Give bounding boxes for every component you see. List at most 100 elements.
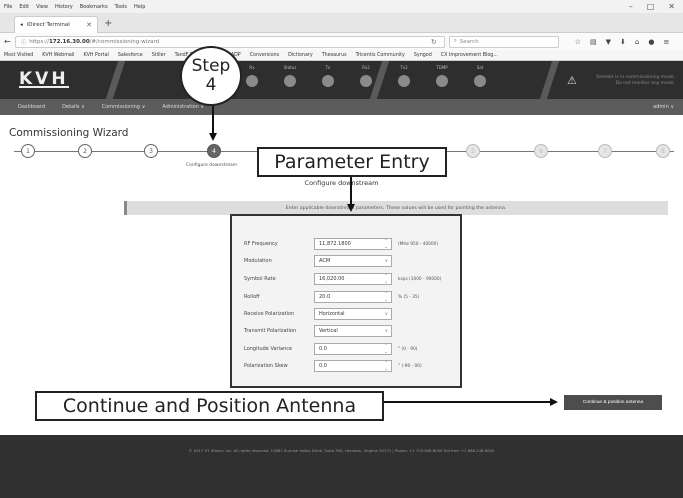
menu-edit[interactable]: Edit: [19, 4, 29, 10]
bookmark-item[interactable]: Syngod: [414, 53, 432, 58]
form-row-rf-frequency: RF Frequency 11,872.1800 ⌃ ⌄ (MHz 950 - 40…: [244, 236, 438, 252]
wizard-step-1[interactable]: 1: [21, 144, 35, 158]
field-label: Transmit Polarization: [244, 328, 297, 334]
stepper-arrows-icon[interactable]: ⌃ ⌄: [384, 239, 388, 250]
library-icon[interactable]: ▤: [590, 38, 597, 46]
bookmark-item[interactable]: KVH Portal: [84, 53, 109, 58]
new-tab-icon[interactable]: +: [104, 18, 112, 29]
field-value: Vertical: [319, 328, 338, 334]
browser-tab[interactable]: ◂ iDirect Terminal ✕: [14, 16, 98, 33]
url-bar: ← ⓘ https:// 172.16.30.00 /#/commissioni…: [0, 33, 683, 50]
continue-position-antenna-button[interactable]: Continue & position antenna: [564, 395, 662, 410]
wizard-step-5[interactable]: 5: [466, 144, 480, 158]
rf-frequency-input[interactable]: 11,872.1800 ⌃ ⌄: [314, 238, 392, 250]
bookmark-item[interactable]: Dictionary: [288, 53, 313, 58]
symbol-rate-input[interactable]: 16,020.00 ⌃ ⌄: [314, 273, 392, 285]
stepper-arrows-icon[interactable]: ⌃ ⌄: [384, 292, 388, 303]
minimize-icon[interactable]: –: [629, 2, 633, 11]
longitude-variance-input[interactable]: 0.0 ⌃ ⌄: [314, 343, 392, 355]
field-hint: (MHz 950 - 40000): [398, 241, 439, 247]
hamburger-menu-icon[interactable]: ≡: [663, 38, 669, 46]
status-label: Sat: [476, 65, 484, 70]
bookmark-item[interactable]: Salesforce: [118, 53, 143, 58]
home-icon[interactable]: ⌂: [635, 38, 639, 46]
page-title: Commissioning Wizard: [9, 127, 129, 139]
menu-help[interactable]: Help: [134, 4, 145, 10]
decorative-slash: [539, 61, 560, 99]
address-field[interactable]: ⓘ https:// 172.16.30.00 /#/commissioning…: [14, 35, 445, 48]
form-row-longitude-variance: Longitude Variance 0.0 ⌃ ⌄ ° (0 - 90): [244, 341, 417, 357]
menu-view[interactable]: View: [36, 4, 48, 10]
menu-tools[interactable]: Tools: [115, 4, 127, 10]
app-header: KVH Rx Status Tx Rx2 Tx2 TDMP Sat ⚠ Remo…: [0, 61, 683, 99]
bookmark-item[interactable]: Stiller: [152, 53, 166, 58]
addon-icon[interactable]: ●: [648, 38, 654, 46]
app-nav: Dashboard Details ∨ Commissioning ∨ Admi…: [0, 99, 683, 115]
star-icon[interactable]: ☆: [575, 38, 581, 46]
tab-bar: ◂ iDirect Terminal ✕ +: [0, 13, 683, 33]
maximize-icon[interactable]: □: [647, 2, 655, 11]
back-icon[interactable]: ←: [4, 37, 11, 46]
menu-bookmarks[interactable]: Bookmarks: [80, 4, 108, 10]
download-icon[interactable]: ⬇: [620, 38, 626, 46]
menu-file[interactable]: File: [4, 4, 12, 10]
status-indicator: Tx2: [394, 65, 414, 87]
wizard-step-3[interactable]: 3: [144, 144, 158, 158]
downstream-form: RF Frequency 11,872.1800 ⌃ ⌄ (MHz 950 - 40…: [230, 214, 462, 388]
modulation-select[interactable]: ACM ∨: [314, 255, 392, 267]
status-indicator: Rx: [242, 65, 262, 87]
bookmark-item[interactable]: Thesaurus: [322, 53, 347, 58]
receive-polarization-select[interactable]: Horizontal ∨: [314, 308, 392, 320]
wizard-step-8[interactable]: 8: [656, 144, 670, 158]
rolloff-input[interactable]: 20.0 ⌃ ⌄: [314, 291, 392, 303]
nav-commissioning[interactable]: Commissioning ∨: [102, 104, 146, 110]
field-label: Polarization Skew: [244, 363, 288, 369]
banner-accent: [124, 201, 127, 215]
menu-history[interactable]: History: [55, 4, 73, 10]
user-menu[interactable]: admin ∨: [653, 104, 674, 110]
bookmark-item[interactable]: Conversions: [250, 53, 279, 58]
reload-icon[interactable]: ↻: [431, 38, 437, 46]
kvh-logo: KVH: [19, 69, 69, 89]
status-label: Tx2: [400, 65, 408, 70]
status-dot: [246, 75, 258, 87]
transmit-polarization-select[interactable]: Vertical ∨: [314, 325, 392, 337]
stepper-arrows-icon[interactable]: ⌃ ⌄: [384, 344, 388, 355]
wizard-step-4[interactable]: 4: [207, 144, 221, 158]
form-row-modulation: Modulation ACM ∨: [244, 253, 392, 269]
wizard-step-6[interactable]: 6: [534, 144, 548, 158]
step-word: Step: [191, 56, 231, 76]
polarization-skew-input[interactable]: 0.0 ⌃ ⌄: [314, 360, 392, 372]
wizard-step-7[interactable]: 7: [598, 144, 612, 158]
pocket-icon[interactable]: ▼: [606, 38, 611, 46]
stepper-arrows-icon[interactable]: ⌃ ⌄: [384, 361, 388, 372]
status-indicator: Status: [280, 65, 300, 87]
nav-details[interactable]: Details ∨: [62, 104, 85, 110]
field-hint: % (5 - 35): [398, 294, 420, 300]
status-indicator: Tx: [318, 65, 338, 87]
field-label: Rolloff: [244, 294, 260, 300]
bookmark-item[interactable]: Tricentis Community: [356, 53, 405, 58]
url-path: /#/commissioning-wizard: [89, 38, 160, 45]
nav-administration[interactable]: Administration ∨: [162, 104, 204, 110]
close-window-icon[interactable]: ✕: [668, 2, 675, 11]
form-row-receive-polarization: Receive Polarization Horizontal ∨: [244, 306, 392, 322]
field-label: Longitude Variance: [244, 346, 293, 352]
wizard-step-2[interactable]: 2: [78, 144, 92, 158]
tab-close-icon[interactable]: ✕: [86, 21, 92, 29]
active-step-label: Configure downstream: [186, 163, 238, 168]
search-input[interactable]: ⌕ Search: [448, 35, 559, 48]
field-hint: ksps (1000 - 90000): [398, 276, 442, 282]
step-number: 4: [205, 75, 217, 95]
nav-dashboard[interactable]: Dashboard: [18, 104, 45, 110]
bookmark-item[interactable]: KVH Webmail: [42, 53, 74, 58]
stepper-arrows-icon[interactable]: ⌃ ⌄: [384, 274, 388, 285]
bookmark-item[interactable]: CX Improvement Blog...: [441, 53, 498, 58]
field-label: Receive Polarization: [244, 311, 295, 317]
search-placeholder: Search: [459, 38, 479, 45]
chevron-down-icon: ∨: [384, 312, 388, 317]
decorative-slash: [105, 61, 126, 99]
status-label: Rx: [249, 65, 255, 70]
bookmark-item[interactable]: Most Visited: [4, 53, 33, 58]
chevron-down-icon: ∨: [384, 329, 388, 334]
